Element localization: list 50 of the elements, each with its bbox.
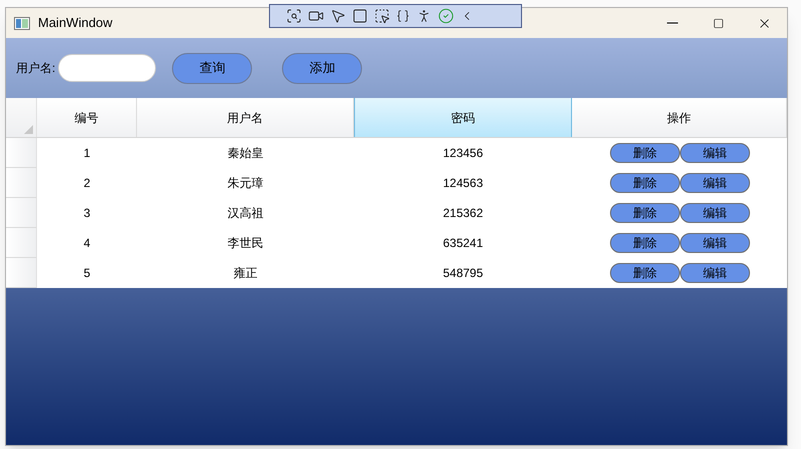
- table-cell-text: 2: [82, 175, 92, 192]
- query-button[interactable]: 查询: [172, 52, 252, 84]
- inspect-tree-icon[interactable]: [286, 8, 302, 24]
- braces-icon[interactable]: [396, 9, 410, 23]
- column-header[interactable]: 操作: [572, 98, 787, 137]
- username-field[interactable]: [58, 54, 156, 82]
- table-cell-text: 548795: [442, 265, 484, 282]
- add-button[interactable]: 添加: [282, 52, 362, 84]
- username-label: 用户名:: [16, 60, 56, 77]
- delete-button[interactable]: 删除: [610, 143, 680, 163]
- edit-button[interactable]: 编辑: [680, 233, 750, 253]
- row-header[interactable]: [6, 168, 37, 198]
- column-header[interactable]: 编号: [37, 98, 137, 137]
- table-cell-text: 635241: [442, 235, 484, 252]
- table-cell-text: 李世民: [226, 235, 264, 252]
- square-icon[interactable]: [352, 8, 368, 24]
- column-header[interactable]: 密码: [354, 98, 572, 137]
- table-cell-text: 123456: [442, 145, 484, 162]
- table-cell-text: 朱元璋: [226, 175, 264, 192]
- table-cell-text: 1: [82, 145, 92, 162]
- table-cell-text: 3: [82, 205, 92, 222]
- check-circle-icon[interactable]: [438, 8, 454, 24]
- pointer-frame-icon[interactable]: [374, 8, 390, 24]
- row-header[interactable]: [6, 258, 37, 288]
- edit-button[interactable]: 编辑: [680, 203, 750, 223]
- maximize-icon: [712, 18, 724, 28]
- edit-button[interactable]: 编辑: [680, 173, 750, 193]
- corner-triangle-icon: [24, 125, 33, 134]
- edit-button[interactable]: 编辑: [680, 263, 750, 283]
- table-cell-text: 124563: [442, 175, 484, 192]
- table-cell-text: 汉高祖: [226, 205, 264, 222]
- minimize-icon: [666, 22, 678, 24]
- table-cell-text: 秦始皇: [226, 145, 264, 162]
- select-all-corner[interactable]: [6, 98, 37, 137]
- window-icon: [14, 16, 30, 30]
- table-cell-text: 215362: [442, 205, 484, 222]
- pointer-select-icon[interactable]: [330, 8, 346, 24]
- delete-button[interactable]: 删除: [610, 233, 680, 253]
- delete-button[interactable]: 删除: [610, 263, 680, 283]
- delete-button[interactable]: 删除: [610, 173, 680, 193]
- delete-button[interactable]: 删除: [610, 203, 680, 223]
- window-title: MainWindow: [38, 14, 112, 32]
- table-cell-text: 雍正: [232, 265, 258, 282]
- row-header[interactable]: [6, 228, 37, 258]
- row-header[interactable]: [6, 198, 37, 228]
- table-cell-text: 4: [82, 235, 92, 252]
- edit-button[interactable]: 编辑: [680, 143, 750, 163]
- row-header[interactable]: [6, 138, 37, 168]
- column-header[interactable]: 用户名: [137, 98, 354, 137]
- table-cell-text: 5: [82, 265, 92, 282]
